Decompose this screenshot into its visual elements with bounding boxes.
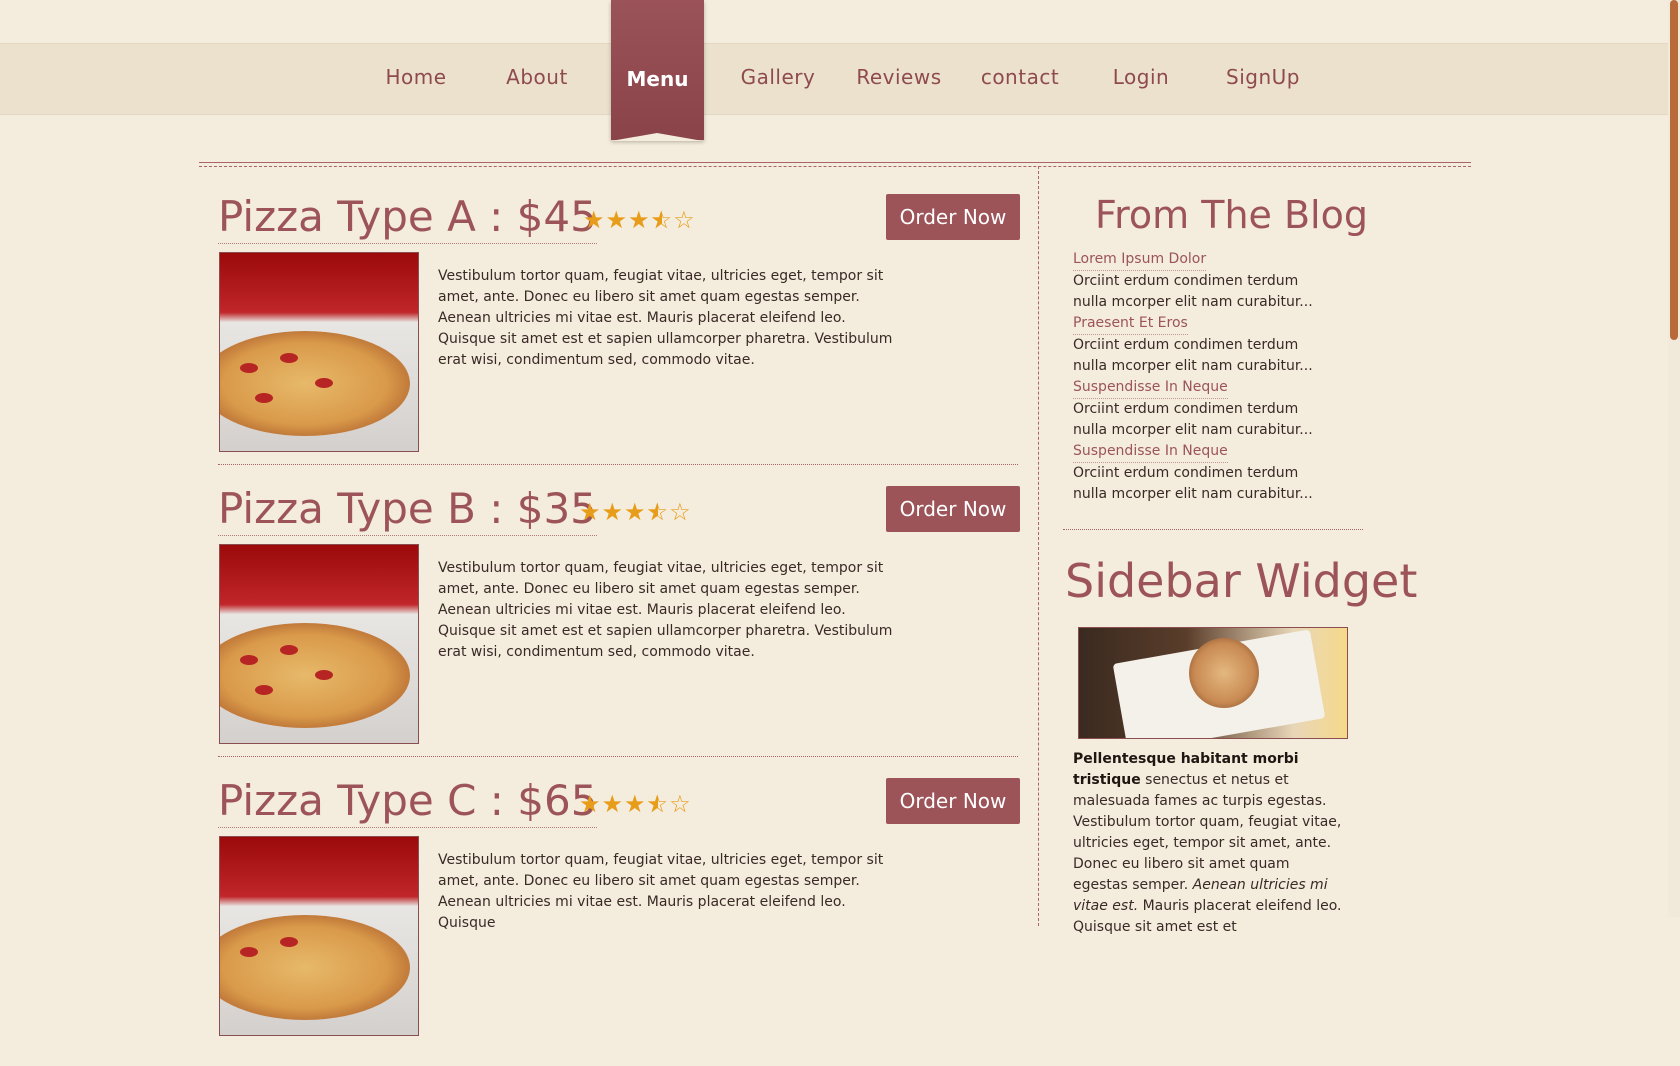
content-divider — [199, 162, 1471, 167]
rating-stars-icon: ★★★☆★☆ — [583, 206, 696, 234]
menu-item-divider — [218, 756, 1018, 757]
widget-image — [1078, 627, 1348, 739]
widget-text-body: senectus et netus et malesuada fames ac … — [1073, 772, 1342, 893]
pizza-image — [219, 836, 419, 1036]
nav-item-login[interactable]: Login — [1086, 65, 1196, 89]
sidebar-section-divider — [1063, 529, 1363, 530]
blog-post-link[interactable]: Suspendisse In Neque — [1073, 377, 1228, 399]
sidebar-divider — [1038, 166, 1039, 926]
nav-item-menu[interactable]: Menu — [611, 0, 704, 141]
menu-item-divider — [218, 464, 1018, 465]
top-nav — [0, 43, 1668, 115]
nav-item-gallery[interactable]: Gallery — [723, 65, 833, 89]
pizza-image — [219, 544, 419, 744]
menu-item: Pizza Type A : $45 ★★★☆★☆ Order Now Vest… — [218, 192, 1020, 482]
scrollbar[interactable] — [1668, 0, 1680, 917]
menu-item-title: Pizza Type C : $65 — [218, 776, 598, 828]
blog-post-link[interactable]: Suspendisse In Neque — [1073, 441, 1228, 463]
blog-post-excerpt: Orciint erdum condimen terdum nulla mcor… — [1073, 401, 1313, 438]
menu-item-description: Vestibulum tortor quam, feugiat vitae, u… — [438, 852, 884, 931]
scrollbar-thumb[interactable] — [1670, 0, 1678, 340]
nav-label-menu: Menu — [626, 67, 689, 91]
menu-item: Pizza Type B : $35 ★★★☆★☆ Order Now Vest… — [218, 484, 1020, 774]
menu-item-description: Vestibulum tortor quam, feugiat vitae, u… — [438, 268, 893, 368]
menu-item: Pizza Type C : $65 ★★★☆★☆ Order Now Vest… — [218, 776, 1020, 1066]
nav-item-reviews[interactable]: Reviews — [844, 65, 954, 89]
widget-text: Pellentesque habitant morbi tristique se… — [1073, 749, 1345, 938]
nav-item-home[interactable]: Home — [361, 65, 471, 89]
menu-item-title: Pizza Type A : $45 — [218, 192, 597, 244]
menu-item-title: Pizza Type B : $35 — [218, 484, 597, 536]
pizza-image — [219, 252, 419, 452]
menu-item-description: Vestibulum tortor quam, feugiat vitae, u… — [438, 560, 893, 660]
rating-stars-icon: ★★★☆★☆ — [579, 790, 692, 818]
nav-item-contact[interactable]: contact — [965, 65, 1075, 89]
order-now-button[interactable]: Order Now — [886, 778, 1020, 824]
order-now-button[interactable]: Order Now — [886, 194, 1020, 240]
blog-post-excerpt: Orciint erdum condimen terdum nulla mcor… — [1073, 273, 1313, 310]
blog-post-excerpt: Orciint erdum condimen terdum nulla mcor… — [1073, 337, 1313, 374]
blog-title: From The Blog — [1095, 193, 1368, 237]
order-now-button[interactable]: Order Now — [886, 486, 1020, 532]
blog-list: Lorem Ipsum Dolor Orciint erdum condimen… — [1073, 249, 1333, 505]
nav-item-about[interactable]: About — [482, 65, 592, 89]
nav-item-signup[interactable]: SignUp — [1208, 65, 1318, 89]
rating-stars-icon: ★★★☆★☆ — [579, 498, 692, 526]
blog-post-link[interactable]: Lorem Ipsum Dolor — [1073, 249, 1207, 271]
blog-post-excerpt: Orciint erdum condimen terdum nulla mcor… — [1073, 465, 1313, 502]
blog-post-link[interactable]: Praesent Et Eros — [1073, 313, 1188, 335]
widget-title: Sidebar Widget — [1065, 554, 1418, 608]
